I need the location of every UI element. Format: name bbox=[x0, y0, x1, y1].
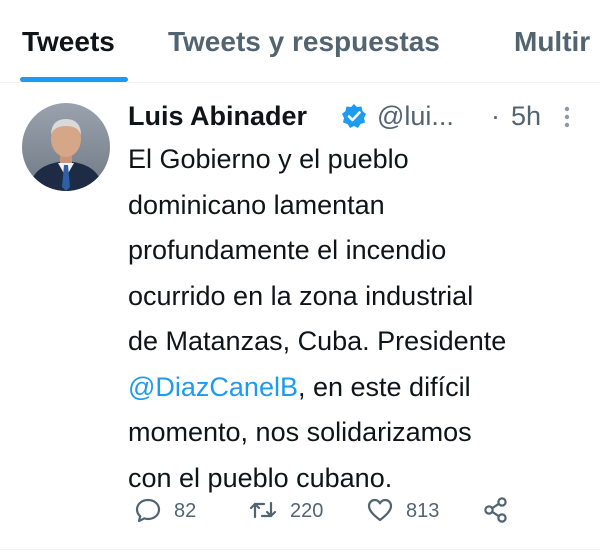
tweet-text-line: El Gobierno y el pueblo bbox=[128, 144, 409, 174]
tweet-text-line: @DiazCanelB, en este difícil bbox=[128, 365, 588, 411]
like-button[interactable]: 813 bbox=[366, 493, 456, 529]
tweet-text-line: de Matanzas, Cuba. Presidente bbox=[128, 326, 507, 356]
share-icon bbox=[484, 497, 507, 523]
tweet-text-line: dominicano lamentan bbox=[128, 189, 385, 220]
reply-button[interactable]: 82 bbox=[134, 493, 204, 529]
tab-multimedia[interactable]: Multir bbox=[514, 26, 590, 58]
retweet-button[interactable]: 220 bbox=[248, 493, 338, 529]
tweet-text: El Gobierno y el pueblo dominicano lamen… bbox=[128, 137, 588, 501]
more-vertical-icon[interactable] bbox=[562, 105, 572, 129]
retweet-count: 220 bbox=[290, 500, 324, 522]
tab-tweets[interactable]: Tweets bbox=[22, 26, 115, 58]
mention-link[interactable]: @DiazCanelB bbox=[128, 372, 298, 402]
author-handle[interactable]: @lui... bbox=[377, 101, 454, 132]
tweet-text-line: ocurrido en la zona industrial bbox=[128, 280, 474, 311]
share-button[interactable] bbox=[482, 493, 512, 529]
heart-icon bbox=[367, 498, 393, 522]
reply-icon bbox=[135, 498, 161, 523]
like-count: 813 bbox=[406, 500, 440, 522]
avatar-photo bbox=[22, 103, 110, 191]
avatar[interactable] bbox=[22, 103, 110, 191]
tweet-timestamp[interactable]: 5h bbox=[511, 101, 541, 132]
profile-tabs: Tweets Tweets y respuestas Multir bbox=[0, 0, 600, 83]
tweet-header: Luis Abinader @lui... · 5h bbox=[128, 97, 588, 133]
tweet-text-segment: , en este difícil bbox=[297, 371, 471, 402]
tab-tweets-and-replies[interactable]: Tweets y respuestas bbox=[168, 26, 440, 58]
active-tab-indicator bbox=[20, 77, 128, 82]
verified-badge-icon bbox=[341, 103, 367, 129]
tweet-text-line: profundamente el incendio bbox=[128, 235, 447, 265]
tweet-divider bbox=[0, 549, 600, 550]
author-name[interactable]: Luis Abinader bbox=[128, 101, 307, 132]
tweet-text-line: momento, nos solidarizamos bbox=[128, 417, 472, 447]
reply-count: 82 bbox=[174, 500, 197, 522]
separator-dot: · bbox=[491, 101, 500, 131]
tweet-actions: 82 220 813 bbox=[128, 493, 588, 529]
profile-timeline: Tweets Tweets y respuestas Multir Luis A… bbox=[0, 0, 600, 559]
retweet-icon bbox=[249, 501, 277, 519]
tweet[interactable]: Luis Abinader @lui... · 5h El Gobierno y… bbox=[0, 83, 600, 549]
